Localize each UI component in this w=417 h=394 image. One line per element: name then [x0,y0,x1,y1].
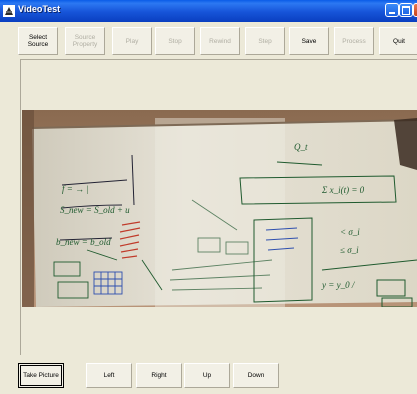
video-frame: f = → | S_new = S_old + u b_new = b_old [22,110,417,307]
down-button[interactable]: Down [233,363,279,388]
up-button[interactable]: Up [184,363,230,388]
whiteboard-text-right-3: ≤ σ_i [340,245,359,255]
whiteboard-text-left-1: f = → | [62,184,89,194]
whiteboard-text-right-1: Σ x_i(t) = 0 [321,185,365,195]
whiteboard-text-right-2: < σ_i [340,227,360,237]
play-button[interactable]: Play [112,27,152,55]
whiteboard-image: f = → | S_new = S_old + u b_new = b_old [22,110,417,307]
left-button[interactable]: Left [86,363,132,388]
quit-button[interactable]: Quit [379,27,417,55]
right-button[interactable]: Right [136,363,182,388]
select-source-button[interactable]: Select Source [18,27,58,55]
step-button[interactable]: Step [245,27,285,55]
stop-button[interactable]: Stop [155,27,195,55]
source-property-button[interactable]: Source Property [65,27,105,55]
take-picture-button[interactable]: Take Picture [18,363,64,388]
rewind-button[interactable]: Rewind [200,27,240,55]
whiteboard-text-left-2: S_new = S_old + u [60,205,130,215]
process-button[interactable]: Process [334,27,374,55]
maximize-button[interactable] [399,3,413,17]
minimize-button[interactable] [385,3,399,17]
app-icon [3,5,15,17]
title-bar[interactable]: VideoTest [0,0,417,22]
save-button[interactable]: Save [289,27,329,55]
whiteboard-text-left-3: b_new = b_old [56,237,111,247]
whiteboard-text-right-5: Q_t [294,142,308,152]
whiteboard-text-right-4: y = y_0 / [321,280,356,290]
close-button[interactable] [413,3,417,17]
window-title: VideoTest [18,4,61,14]
